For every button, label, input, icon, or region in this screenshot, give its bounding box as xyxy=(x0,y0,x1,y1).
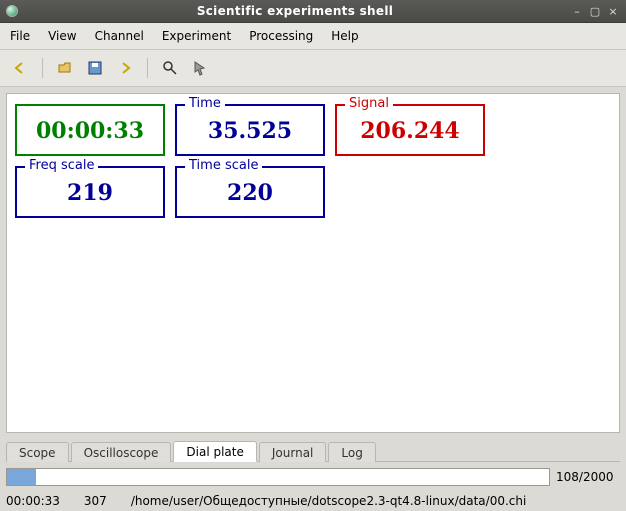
progress-bar[interactable] xyxy=(6,468,550,486)
workspace: 00:00:33 Time 35.525 Signal 206.244 Freq… xyxy=(6,93,620,433)
menu-file[interactable]: File xyxy=(10,29,30,43)
tab-strip: Scope Oscilloscope Dial plate Journal Lo… xyxy=(6,439,620,462)
back-button[interactable] xyxy=(8,56,32,80)
elapsed-time-value: 00:00:33 xyxy=(36,118,144,144)
status-path: /home/user/Общедоступные/dotscope2.3-qt4… xyxy=(131,494,620,508)
tab-oscilloscope[interactable]: Oscilloscope xyxy=(71,442,172,462)
menu-bar: File View Channel Experiment Processing … xyxy=(0,23,626,50)
time-box: Time 35.525 xyxy=(175,104,325,156)
status-time: 00:00:33 xyxy=(6,494,60,508)
freq-scale-label: Freq scale xyxy=(25,158,98,173)
minimize-button[interactable]: – xyxy=(570,4,584,18)
progress-fill xyxy=(7,469,36,485)
menu-view[interactable]: View xyxy=(48,29,76,43)
time-value: 35.525 xyxy=(208,118,292,144)
open-button[interactable] xyxy=(53,56,77,80)
close-button[interactable]: × xyxy=(606,4,620,18)
tab-dial-plate[interactable]: Dial plate xyxy=(173,441,256,462)
status-bar: 00:00:33 307 /home/user/Общедоступные/do… xyxy=(0,492,626,511)
zoom-button[interactable] xyxy=(158,56,182,80)
time-label: Time xyxy=(185,96,225,111)
status-count: 307 xyxy=(84,494,107,508)
window-titlebar: Scientific experiments shell – ▢ × xyxy=(0,0,626,23)
progress-row: 108/2000 xyxy=(6,468,620,486)
toolbar xyxy=(0,50,626,87)
menu-channel[interactable]: Channel xyxy=(95,29,144,43)
menu-processing[interactable]: Processing xyxy=(249,29,313,43)
maximize-button[interactable]: ▢ xyxy=(588,4,602,18)
menu-help[interactable]: Help xyxy=(331,29,358,43)
time-scale-box: Time scale 220 xyxy=(175,166,325,218)
pointer-button[interactable] xyxy=(188,56,212,80)
save-button[interactable] xyxy=(83,56,107,80)
signal-value: 206.244 xyxy=(360,118,460,144)
progress-label: 108/2000 xyxy=(556,470,620,484)
toolbar-separator xyxy=(147,58,148,78)
app-icon xyxy=(6,5,18,17)
signal-box: Signal 206.244 xyxy=(335,104,485,156)
freq-scale-value: 219 xyxy=(67,180,113,206)
time-scale-label: Time scale xyxy=(185,158,262,173)
window-title: Scientific experiments shell xyxy=(24,4,566,18)
elapsed-time-box: 00:00:33 xyxy=(15,104,165,156)
tab-journal[interactable]: Journal xyxy=(259,442,327,462)
menu-experiment[interactable]: Experiment xyxy=(162,29,231,43)
freq-scale-box: Freq scale 219 xyxy=(15,166,165,218)
signal-label: Signal xyxy=(345,96,393,111)
time-scale-value: 220 xyxy=(227,180,273,206)
tab-log[interactable]: Log xyxy=(328,442,375,462)
toolbar-separator xyxy=(42,58,43,78)
forward-button[interactable] xyxy=(113,56,137,80)
tab-scope[interactable]: Scope xyxy=(6,442,69,462)
